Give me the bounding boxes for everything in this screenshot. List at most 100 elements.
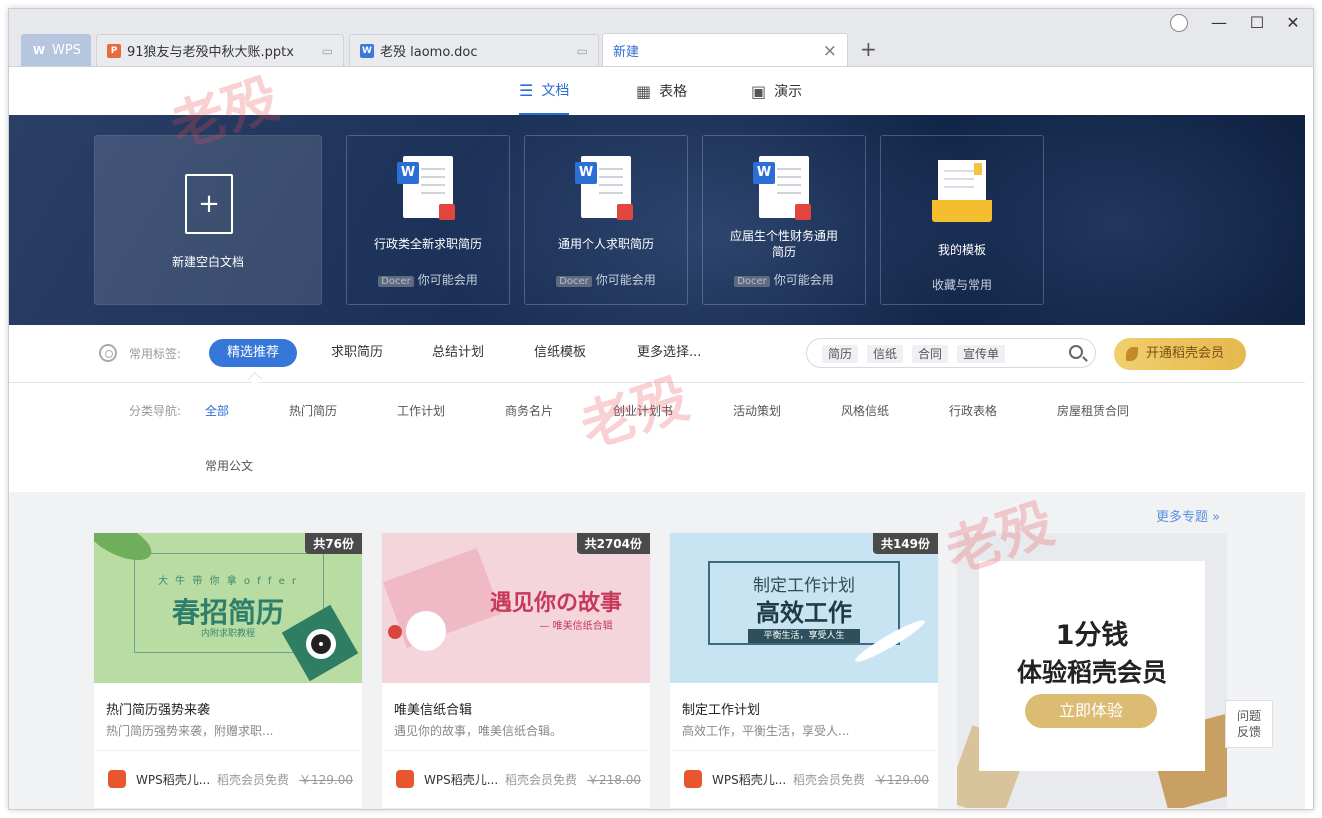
- card-sub: 收藏与常用: [931, 278, 992, 292]
- card-title: 应届生个性财务通用简历: [729, 229, 838, 259]
- close-tab-icon[interactable]: ×: [823, 41, 837, 61]
- monitor-icon[interactable]: ▭: [322, 44, 333, 58]
- search-chip[interactable]: 简历: [822, 345, 859, 363]
- category-item[interactable]: 风格信纸: [841, 402, 889, 419]
- template-search-box[interactable]: 简历 信纸 合同 宣传单: [806, 338, 1096, 368]
- tab-presentation[interactable]: ▣ 演示: [751, 67, 802, 115]
- tag-letter-paper[interactable]: 信纸模板: [516, 339, 604, 367]
- lines-icon: ☰: [519, 80, 534, 100]
- wps-window: W WPS P 91狼友与老殁中秋大账.pptx ▭ W 老殁 laomo.do…: [8, 8, 1314, 810]
- template-thumbnail: 制定工作计划 高效工作 平衡生活，享受人生: [670, 533, 938, 683]
- category-label: 分类导航:: [129, 404, 182, 418]
- pptx-file-icon: P: [107, 43, 121, 58]
- tab-doc-file[interactable]: W 老殁 laomo.doc ▭: [349, 34, 599, 66]
- tab-label: 文档: [541, 83, 570, 99]
- search-chip[interactable]: 信纸: [867, 345, 904, 363]
- tab-pptx-file[interactable]: P 91狼友与老殁中秋大账.pptx ▭: [96, 34, 344, 66]
- template-title: 热门简历强势来袭: [106, 703, 211, 718]
- grid-icon: ▦: [636, 81, 652, 101]
- ad-panel: 1分钱 体验稻壳会员 立即体验: [979, 561, 1205, 771]
- category-item[interactable]: 活动策划: [733, 402, 781, 419]
- tags-label: 常用标签:: [129, 347, 182, 361]
- open-vip-button[interactable]: 开通稻壳会员: [1114, 338, 1246, 370]
- my-templates-card[interactable]: 我的模板 收藏与常用: [880, 135, 1044, 305]
- tag-summary-plan[interactable]: 总结计划: [414, 339, 502, 367]
- tab-wps-home[interactable]: W WPS: [21, 34, 91, 66]
- template-card-graduate-resume[interactable]: W 应届生个性财务通用简历 Docer 你可能会用: [702, 135, 866, 305]
- category-item[interactable]: 热门简历: [289, 402, 337, 419]
- thumb-title: 高效工作: [756, 599, 852, 627]
- category-item[interactable]: 工作计划: [397, 402, 445, 419]
- thumb-sub: — 唯美信纸合辑: [539, 621, 613, 632]
- new-blank-document-button[interactable]: + 新建空白文档: [94, 135, 322, 305]
- card-title: 行政类全新求职简历: [373, 237, 482, 251]
- category-item[interactable]: 房屋租赁合同: [1057, 402, 1129, 419]
- template-card-admin-resume[interactable]: W 行政类全新求职简历 Docer 你可能会用: [346, 135, 510, 305]
- category-item[interactable]: 行政表格: [949, 402, 997, 419]
- template-thumbnail: 遇见你の故事 — 唯美信纸合辑: [382, 533, 650, 683]
- tab-document[interactable]: ☰ 文档: [519, 67, 570, 115]
- template-author: WPS稻壳儿...: [424, 773, 499, 787]
- tag-more[interactable]: 更多选择...: [619, 339, 719, 367]
- template-card[interactable]: 制定工作计划 高效工作 平衡生活，享受人生 共149份 制定工作计划 高效工作，…: [670, 533, 938, 808]
- search-chip[interactable]: 宣传单: [957, 345, 1006, 363]
- tab-new[interactable]: 新建 ×: [602, 33, 848, 67]
- leaf-icon: [1126, 347, 1138, 361]
- template-desc: 遇见你的故事，唯美信纸合辑。: [394, 724, 563, 738]
- template-free-label: 稻壳会员免费: [505, 773, 578, 787]
- title-bar: W WPS P 91狼友与老殁中秋大账.pptx ▭ W 老殁 laomo.do…: [9, 9, 1313, 67]
- template-card[interactable]: 大 牛 带 你 拿 o f f e r 春招简历 内附求职教程 共76份 热门简…: [94, 533, 362, 808]
- doc-type-bar: ☰ 文档 ▦ 表格 ▣ 演示: [9, 66, 1313, 115]
- monitor-icon[interactable]: ▭: [577, 44, 588, 58]
- category-all[interactable]: 全部: [205, 402, 229, 419]
- common-tags-bar: 常用标签: 精选推荐 求职简历 总结计划 信纸模板 更多选择... 简历 信纸 …: [9, 325, 1305, 387]
- card-sub: Docer 你可能会用: [347, 271, 509, 288]
- tab-spreadsheet[interactable]: ▦ 表格: [636, 67, 687, 115]
- template-count-badge: 共149份: [872, 533, 938, 554]
- word-file-icon: W: [753, 156, 811, 220]
- template-free-label: 稻壳会员免费: [793, 773, 866, 787]
- template-desc: 热门简历强势来袭，附赠求职...: [106, 724, 274, 738]
- template-author: WPS稻壳儿...: [712, 773, 787, 787]
- feedback-button[interactable]: 问题 反馈: [1225, 700, 1273, 748]
- new-tab-plus-icon[interactable]: +: [860, 37, 877, 61]
- doc-file-icon: W: [360, 43, 374, 58]
- docer-logo-icon: [684, 770, 702, 788]
- close-window-icon[interactable]: ✕: [1281, 13, 1305, 32]
- tab-label: 91狼友与老殁中秋大账.pptx: [127, 45, 294, 60]
- search-icon[interactable]: [1069, 345, 1083, 359]
- tag-featured[interactable]: 精选推荐: [209, 339, 298, 367]
- try-now-button[interactable]: 立即体验: [1025, 694, 1157, 728]
- minimize-icon[interactable]: —: [1207, 13, 1231, 32]
- template-title: 唯美信纸合辑: [394, 703, 473, 718]
- tag-resume[interactable]: 求职简历: [313, 339, 401, 367]
- maximize-icon[interactable]: ☐: [1245, 13, 1269, 32]
- category-item[interactable]: 创业计划书: [613, 402, 673, 419]
- template-thumbnail: 大 牛 带 你 拿 o f f e r 春招简历 内附求职教程: [94, 533, 362, 683]
- word-file-icon: W: [575, 156, 633, 220]
- template-price: ￥218.00: [587, 773, 641, 787]
- thumb-title: 遇见你の故事: [489, 591, 622, 616]
- user-avatar[interactable]: [1170, 14, 1188, 32]
- category-item[interactable]: 商务名片: [505, 402, 553, 419]
- word-file-icon: W: [397, 156, 455, 220]
- ad-line1: 1分钱: [1055, 620, 1129, 651]
- template-price: ￥129.00: [875, 773, 929, 787]
- vip-trial-ad[interactable]: 1分钱 体验稻壳会员 立即体验: [957, 533, 1227, 808]
- tab-label: 新建: [613, 45, 640, 60]
- new-document-banner: + 新建空白文档 W 行政类全新求职简历 Docer 你可能会用 W 通用个人求职…: [9, 115, 1305, 325]
- template-free-label: 稻壳会员免费: [217, 773, 290, 787]
- more-topics-link[interactable]: 更多专题 »: [1156, 506, 1220, 525]
- category-item[interactable]: 常用公文: [205, 457, 253, 474]
- search-chip[interactable]: 合同: [912, 345, 949, 363]
- card-sub: Docer 你可能会用: [525, 271, 687, 288]
- template-count-badge: 共2704份: [576, 533, 650, 554]
- tab-label: 老殁 laomo.doc: [380, 45, 478, 60]
- template-footer: WPS稻壳儿... 稻壳会员免费 ￥218.00: [382, 750, 650, 808]
- tab-label: 演示: [774, 84, 803, 100]
- template-card-personal-resume[interactable]: W 通用个人求职简历 Docer 你可能会用: [524, 135, 688, 305]
- template-card[interactable]: 遇见你の故事 — 唯美信纸合辑 共2704份 唯美信纸合辑 遇见你的故事，唯美信…: [382, 533, 650, 808]
- template-folder-icon: [932, 160, 992, 222]
- template-content: 更多专题 » 大 牛 带 你 拿 o f f e r 春招简历 内附求职教程 共…: [9, 492, 1305, 809]
- gear-icon[interactable]: [99, 344, 117, 362]
